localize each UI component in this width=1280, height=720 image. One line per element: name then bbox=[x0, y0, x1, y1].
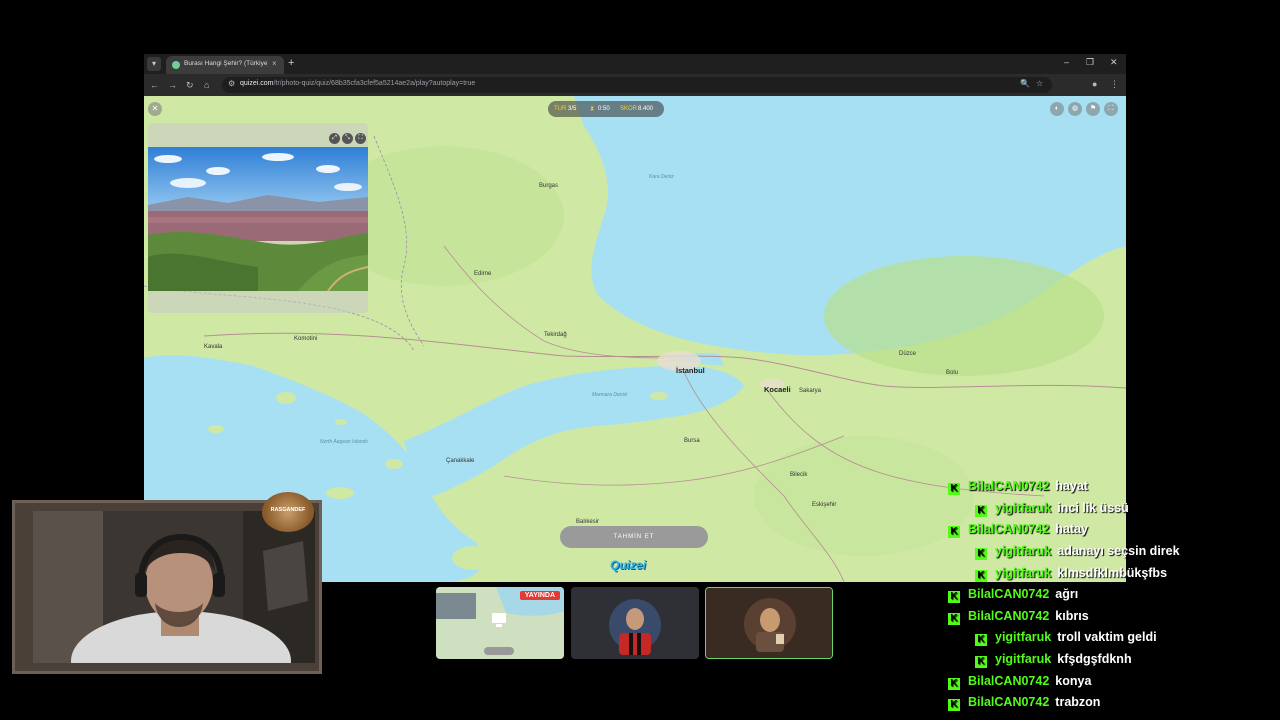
chat-message: Kyigitfaruk kfşdgşfdknh bbox=[975, 652, 1132, 668]
kick-icon: K bbox=[975, 634, 987, 646]
round-label: TUR bbox=[554, 106, 567, 112]
kick-icon: K bbox=[975, 656, 987, 668]
chat-username: yigitfaruk bbox=[995, 652, 1052, 666]
photo-clue-card: ⤢ ⤡ ⛶ bbox=[148, 123, 368, 313]
theme-toggle-icon[interactable]: ◐ bbox=[1050, 102, 1064, 116]
url-bar[interactable]: ⚙ quizei.com/tr/photo-quiz/quiz/68b35cfa… bbox=[222, 77, 1052, 93]
chat-message: K BilalCAN0742 kıbrıs bbox=[948, 609, 1089, 625]
quizei-logo: Quizei bbox=[610, 558, 647, 572]
photo-fullscreen-icon[interactable]: ⛶ bbox=[355, 133, 366, 144]
city-label: Komotini bbox=[294, 336, 318, 342]
timer-icon: ⧗ bbox=[590, 106, 595, 112]
stream-layout: ▾ Burası Hangi Şehir? (Türkiye) - Q × + … bbox=[0, 0, 1280, 720]
resize-photo-icon[interactable]: ⤡ bbox=[342, 133, 353, 144]
city-label: Sakarya bbox=[799, 388, 822, 394]
chat-username: yigitfaruk bbox=[995, 630, 1052, 644]
sea-label: Marmara Denizi bbox=[592, 392, 628, 398]
city-label: Balıkesir bbox=[576, 519, 600, 525]
window-close-button[interactable]: ✕ bbox=[1110, 57, 1118, 68]
chat-username: BilalCAN0742 bbox=[968, 587, 1050, 601]
kick-icon: K bbox=[948, 591, 960, 603]
city-label: Eskişehir bbox=[812, 502, 837, 508]
city-label: Çanakkale bbox=[446, 458, 475, 464]
chat-text: kıbrıs bbox=[1055, 609, 1089, 623]
city-label: Bolu bbox=[946, 370, 959, 376]
tab-bar: ▾ Burası Hangi Şehir? (Türkiye) - Q × + … bbox=[144, 54, 1126, 74]
kick-icon: K bbox=[948, 613, 960, 625]
city-label: Düzce bbox=[899, 351, 917, 357]
score-value: 8.400 bbox=[638, 106, 654, 112]
live-badge: YAYINDA bbox=[519, 591, 560, 600]
flag-icon[interactable]: ⚑ bbox=[1086, 102, 1100, 116]
reload-icon[interactable]: ↻ bbox=[186, 78, 194, 92]
city-label: Tekirdağ bbox=[544, 332, 567, 338]
chat-text: konya bbox=[1055, 674, 1092, 688]
chat-message: K BilalCAN0742 ağrı bbox=[948, 587, 1078, 603]
back-icon[interactable]: ← bbox=[150, 78, 159, 92]
tab-search-button[interactable]: ▾ bbox=[147, 57, 161, 71]
chat-text: trabzon bbox=[1055, 695, 1101, 709]
streamer-image bbox=[33, 511, 315, 663]
chat-text: kfşdgşfdknh bbox=[1057, 652, 1132, 666]
profile-icon[interactable]: ● bbox=[1092, 79, 1097, 89]
score-label: SKOR bbox=[620, 106, 638, 112]
forward-icon[interactable]: → bbox=[168, 78, 177, 92]
fullscreen-icon[interactable]: ⛶ bbox=[1104, 102, 1118, 116]
clue-photo-image bbox=[148, 147, 368, 291]
photo-tools: ⤢ ⤡ ⛶ bbox=[327, 126, 366, 144]
guess-button[interactable]: TAHMİN ET bbox=[560, 526, 708, 548]
round-value: 3/5 bbox=[568, 106, 577, 112]
tab-active[interactable]: Burası Hangi Şehir? (Türkiye) - Q × bbox=[166, 56, 284, 74]
screen-share-thumbnail[interactable]: YAYINDA bbox=[436, 587, 564, 659]
zoom-icon[interactable]: 🔍 bbox=[1020, 79, 1030, 88]
tab-title: Burası Hangi Şehir? (Türkiye) - Q bbox=[184, 60, 268, 67]
url-text: quizei.com/tr/photo-quiz/quiz/68b35cfa3c… bbox=[240, 80, 475, 87]
url-domain: quizei.com bbox=[240, 80, 274, 87]
kick-icon: K bbox=[948, 699, 960, 711]
guest-avatar bbox=[571, 587, 699, 659]
channel-badge: RASGANDEF bbox=[262, 492, 314, 532]
chat-username: BilalCAN0742 bbox=[968, 695, 1050, 709]
clue-photo[interactable] bbox=[148, 147, 368, 291]
chat-text: ağrı bbox=[1055, 587, 1079, 601]
kick-icon: K bbox=[948, 678, 960, 690]
sea-label: North Aegean Islands bbox=[320, 439, 368, 445]
globe-icon[interactable]: ◍ bbox=[1068, 102, 1082, 116]
game-hud: TUR 3/5 ⧗ 0:50 SKOR 8.400 bbox=[548, 101, 664, 117]
chat-username: BilalCAN0742 bbox=[968, 674, 1050, 688]
city-label: Burgas bbox=[539, 183, 559, 189]
timer-value: 0:50 bbox=[598, 106, 610, 112]
exit-quiz-button[interactable]: ✕ bbox=[148, 102, 162, 116]
city-label: İstanbul bbox=[676, 366, 705, 375]
webcam-feed bbox=[33, 511, 315, 663]
guest-thumbnail-active[interactable] bbox=[705, 587, 833, 659]
site-info-icon[interactable]: ⚙ bbox=[228, 79, 235, 88]
guest-thumbnail[interactable] bbox=[571, 587, 699, 659]
chat-message: Kyigitfaruk troll vaktim geldi bbox=[975, 630, 1157, 646]
minimize-button[interactable]: – bbox=[1064, 57, 1069, 67]
maximize-button[interactable]: ❐ bbox=[1086, 57, 1094, 68]
city-label: Edirne bbox=[474, 271, 492, 277]
expand-photo-icon[interactable]: ⤢ bbox=[329, 133, 340, 144]
chat-message: K BilalCAN0742 trabzon bbox=[948, 695, 1100, 711]
channel-badge-label: RASGANDEF bbox=[270, 507, 306, 513]
city-label: Kavala bbox=[204, 344, 223, 350]
favicon-icon bbox=[172, 61, 180, 69]
city-label: Bilecik bbox=[790, 472, 808, 478]
menu-kebab-icon[interactable]: ⋮ bbox=[1110, 79, 1119, 90]
tab-close-icon[interactable]: × bbox=[272, 59, 277, 68]
home-icon[interactable]: ⌂ bbox=[204, 78, 209, 92]
city-label: Kocaeli bbox=[764, 385, 791, 394]
chat-username: BilalCAN0742 bbox=[968, 609, 1050, 623]
city-label: Bursa bbox=[684, 438, 700, 444]
guest-avatar bbox=[706, 588, 832, 658]
chat-message: K BilalCAN0742 konya bbox=[948, 674, 1091, 690]
sea-label: Kara Deniz bbox=[649, 174, 674, 180]
chat-text: troll vaktim geldi bbox=[1057, 630, 1157, 644]
new-tab-button[interactable]: + bbox=[288, 57, 294, 69]
address-toolbar: ← → ↻ ⌂ ⚙ quizei.com/tr/photo-quiz/quiz/… bbox=[144, 74, 1126, 96]
bookmark-star-icon[interactable]: ☆ bbox=[1036, 79, 1043, 88]
url-path: /tr/photo-quiz/quiz/68b35cfa3cfef5a5214a… bbox=[273, 80, 476, 87]
